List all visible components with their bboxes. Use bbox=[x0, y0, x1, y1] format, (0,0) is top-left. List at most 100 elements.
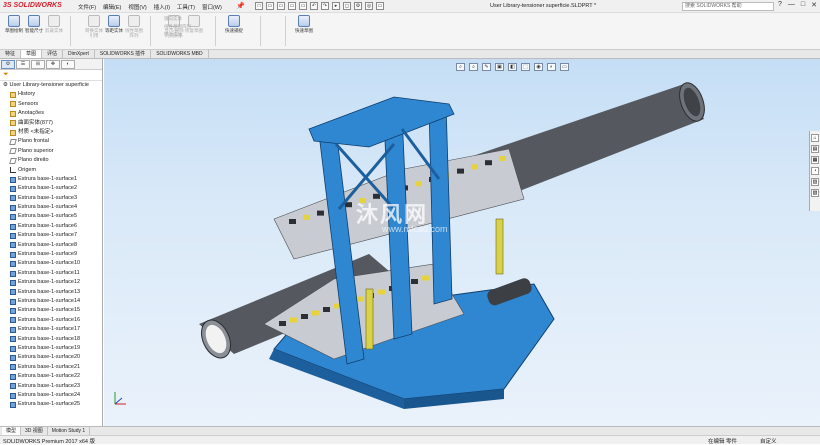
tree-item[interactable]: Estrura base-1-surface11 bbox=[0, 269, 102, 278]
tree-item-label: Plano direito bbox=[18, 157, 49, 164]
bottom-tab-0[interactable]: 模型 bbox=[2, 427, 22, 435]
display-manager-tab-icon[interactable]: ◐ bbox=[61, 60, 75, 69]
command-tab-0[interactable]: 特征 bbox=[0, 50, 22, 58]
menu-item-3[interactable]: 插入(I) bbox=[154, 3, 170, 11]
ribbon-button-5[interactable]: 线性草图阵列 bbox=[124, 15, 144, 38]
tree-item[interactable]: Estrura base-1-surface23 bbox=[0, 382, 102, 391]
tree-item[interactable]: Estrura base-1-surface13 bbox=[0, 288, 102, 297]
ribbon-button-3[interactable]: 转换实体引用 bbox=[84, 15, 104, 38]
tree-item[interactable]: Sensors bbox=[0, 100, 102, 109]
dimxpert-tab-icon[interactable]: ✥ bbox=[46, 60, 60, 69]
tree-item-label: 材质 <未指定> bbox=[18, 128, 54, 135]
tree-item[interactable]: Estrura base-1-surface4 bbox=[0, 203, 102, 212]
tree-item[interactable]: Anotações bbox=[0, 109, 102, 118]
pin-icon[interactable]: 📌 bbox=[236, 2, 245, 10]
ribbon-button-icon bbox=[298, 15, 310, 27]
funnel-icon[interactable]: ⏷ bbox=[0, 70, 102, 81]
solidworks-logo[interactable]: 3S SOLIDWORKS bbox=[3, 2, 62, 9]
tree-item[interactable]: Estrura base-1-surface22 bbox=[0, 372, 102, 381]
tree-item[interactable]: Estrura base-1-surface1 bbox=[0, 175, 102, 184]
plane-icon bbox=[9, 157, 17, 164]
quick-access-button-6[interactable]: ↷ bbox=[321, 2, 329, 10]
task-pane-button-5[interactable]: ▧ bbox=[811, 189, 819, 197]
tree-item[interactable]: Estrura base-1-surface12 bbox=[0, 278, 102, 287]
ribbon-button-1[interactable]: 智能尺寸 bbox=[24, 15, 44, 33]
tree-item[interactable]: 曲面实体(877) bbox=[0, 119, 102, 128]
graphics-viewport[interactable]: ⌕ ⌕ ✎ ▣ ◧ ⬚ ◉ ◐ ▭ 沐风网 www.mfcad.com ⌂ ▤ … bbox=[104, 59, 820, 426]
tree-item[interactable]: Estrura base-1-surface8 bbox=[0, 241, 102, 250]
quick-access-button-7[interactable]: ▸ bbox=[332, 2, 340, 10]
maximize-button[interactable]: □ bbox=[801, 1, 805, 9]
tensioner-model[interactable] bbox=[104, 59, 820, 426]
quick-access-button-9[interactable]: ⚙ bbox=[354, 2, 362, 10]
tree-item[interactable]: Estrura base-1-surface25 bbox=[0, 400, 102, 409]
help-search-input[interactable]: 搜索 SOLIDWORKS 帮助 bbox=[682, 2, 774, 11]
ribbon-button-4[interactable]: 等距实体 bbox=[104, 15, 124, 33]
task-pane-button-1[interactable]: ▤ bbox=[811, 145, 819, 153]
tree-item[interactable]: Plano direito bbox=[0, 156, 102, 165]
tree-item[interactable]: Plano superior bbox=[0, 147, 102, 156]
quick-access-button-0[interactable]: □ bbox=[255, 2, 263, 10]
menu-item-1[interactable]: 编辑(E) bbox=[103, 3, 121, 11]
command-tab-5[interactable]: SOLIDWORKS MBD bbox=[151, 50, 209, 58]
ribbon-mini-button-2[interactable]: 移动实体 bbox=[164, 32, 182, 38]
quick-access-button-10[interactable]: ◎ bbox=[365, 2, 373, 10]
quick-access-button-3[interactable]: ▭ bbox=[288, 2, 296, 10]
quick-access-button-4[interactable]: ▭ bbox=[299, 2, 307, 10]
tree-item[interactable]: Origem bbox=[0, 166, 102, 175]
ribbon-button-8[interactable]: 快速捕捉 bbox=[224, 15, 244, 33]
tree-item[interactable]: Estrura base-1-surface6 bbox=[0, 222, 102, 231]
tree-item[interactable]: Estrura base-1-surface9 bbox=[0, 250, 102, 259]
chain-pad bbox=[499, 156, 506, 161]
feature-manager-tab-icon[interactable]: ⚙ bbox=[1, 60, 15, 69]
tree-item[interactable]: Estrura base-1-surface14 bbox=[0, 297, 102, 306]
ribbon-mini-button-1[interactable]: 线性草图阵列 bbox=[164, 24, 191, 30]
tree-item[interactable]: Estrura base-1-surface15 bbox=[0, 306, 102, 315]
task-pane-button-3[interactable]: ◔ bbox=[811, 167, 819, 175]
command-tab-4[interactable]: SOLIDWORKS 插件 bbox=[95, 50, 152, 58]
quick-access-button-8[interactable]: ◻ bbox=[343, 2, 351, 10]
tree-root[interactable]: ⚙ User Library-tensioner superficie bbox=[0, 81, 102, 90]
tree-item[interactable]: 材质 <未指定> bbox=[0, 128, 102, 137]
tree-item[interactable]: Estrura base-1-surface3 bbox=[0, 194, 102, 203]
tree-item[interactable]: Estrura base-1-surface24 bbox=[0, 391, 102, 400]
quick-access-button-2[interactable]: ▭ bbox=[277, 2, 285, 10]
command-tab-3[interactable]: DimXpert bbox=[63, 50, 95, 58]
tree-item[interactable]: Estrura base-1-surface17 bbox=[0, 325, 102, 334]
tree-item[interactable]: Estrura base-1-surface2 bbox=[0, 184, 102, 193]
close-button[interactable]: ✕ bbox=[811, 1, 817, 9]
quick-access-button-11[interactable]: ▭ bbox=[376, 2, 384, 10]
tree-item[interactable]: Estrura base-1-surface18 bbox=[0, 335, 102, 344]
configuration-manager-tab-icon[interactable]: ⊞ bbox=[31, 60, 45, 69]
property-manager-tab-icon[interactable]: ☰ bbox=[16, 60, 30, 69]
ribbon-button-2[interactable]: 剪裁实体 bbox=[44, 15, 64, 33]
menu-item-0[interactable]: 文件(F) bbox=[78, 3, 96, 11]
command-tab-2[interactable]: 评估 bbox=[42, 50, 64, 58]
tree-item[interactable]: Estrura base-1-surface21 bbox=[0, 363, 102, 372]
menu-item-5[interactable]: 窗口(W) bbox=[202, 3, 222, 11]
tree-item[interactable]: Plano frontal bbox=[0, 137, 102, 146]
quick-access-button-1[interactable]: ▭ bbox=[266, 2, 274, 10]
menu-item-4[interactable]: 工具(T) bbox=[177, 3, 195, 11]
minimize-button[interactable]: — bbox=[788, 1, 795, 9]
help-icon[interactable]: ? bbox=[778, 1, 782, 9]
bottom-tab-2[interactable]: Motion Study 1 bbox=[48, 427, 91, 435]
ribbon-button-9[interactable]: 快速草图 bbox=[294, 15, 314, 33]
tree-item[interactable]: History bbox=[0, 90, 102, 99]
tree-item[interactable]: Estrura base-1-surface5 bbox=[0, 212, 102, 221]
tree-item[interactable]: Estrura base-1-surface10 bbox=[0, 259, 102, 268]
tree-item[interactable]: Estrura base-1-surface19 bbox=[0, 344, 102, 353]
ribbon-mini-button-0[interactable]: 镜向实体 bbox=[164, 16, 182, 22]
task-pane-button-4[interactable]: ▥ bbox=[811, 178, 819, 186]
ribbon-button-0[interactable]: 草图绘制 bbox=[4, 15, 24, 33]
command-tab-1[interactable]: 草图 bbox=[21, 50, 43, 58]
tree-item-label: Plano superior bbox=[18, 147, 54, 154]
bottom-tab-1[interactable]: 3D 视图 bbox=[21, 427, 48, 435]
tree-item[interactable]: Estrura base-1-surface16 bbox=[0, 316, 102, 325]
task-pane-button-2[interactable]: ▦ bbox=[811, 156, 819, 164]
tree-item[interactable]: Estrura base-1-surface7 bbox=[0, 231, 102, 240]
quick-access-button-5[interactable]: ↶ bbox=[310, 2, 318, 10]
task-pane-button-0[interactable]: ⌂ bbox=[811, 134, 819, 142]
tree-item[interactable]: Estrura base-1-surface20 bbox=[0, 353, 102, 362]
menu-item-2[interactable]: 视图(V) bbox=[128, 3, 146, 11]
